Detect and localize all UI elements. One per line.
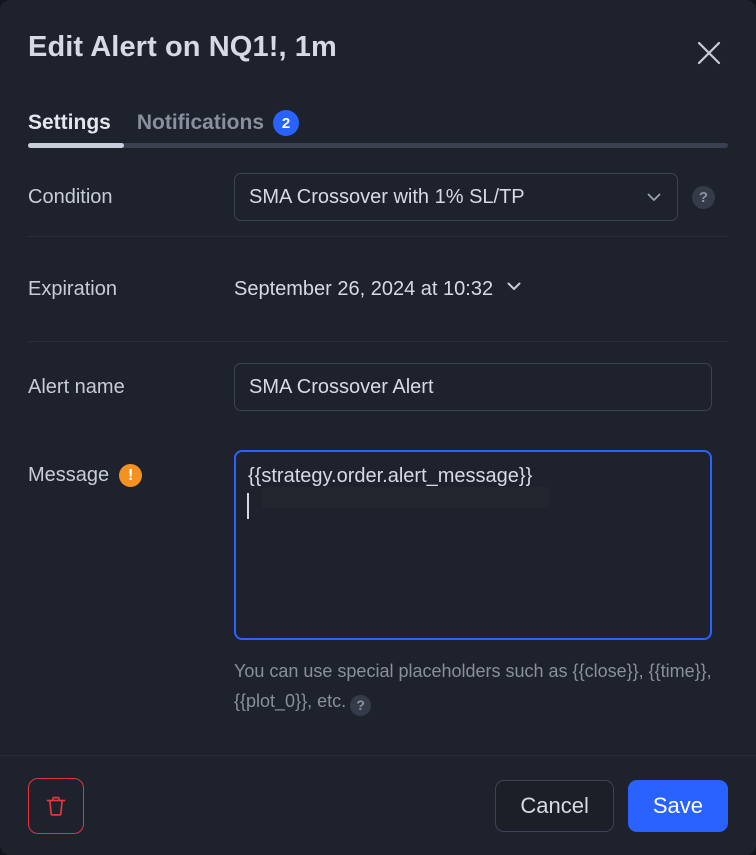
condition-label: Condition — [28, 185, 113, 208]
close-icon — [697, 41, 721, 65]
message-row: Message ! {{strategy.order.alert_message… — [28, 432, 728, 716]
message-label-text: Message — [28, 464, 110, 486]
message-hint-text: You can use special placeholders such as… — [234, 661, 712, 711]
edit-alert-dialog: Edit Alert on NQ1!, 1m Settings Notifica… — [0, 0, 756, 855]
delete-alert-button[interactable] — [28, 777, 84, 834]
message-hint-help-icon[interactable]: ? — [350, 694, 372, 716]
alert-name-label: Alert name — [28, 375, 125, 398]
message-textarea[interactable]: {{strategy.order.alert_message}} — [234, 450, 712, 640]
tab-underline-track — [28, 143, 728, 148]
tab-notifications[interactable]: Notifications 2 — [136, 102, 300, 144]
save-button[interactable]: Save — [627, 779, 728, 832]
footer-actions: Cancel Save — [495, 779, 728, 832]
cancel-button[interactable]: Cancel — [495, 779, 614, 832]
expiration-value-button[interactable]: September 26, 2024 at 10:32 — [234, 277, 523, 301]
condition-select-value: SMA Crossover with 1% SL/TP — [249, 185, 525, 208]
dialog-body: Condition SMA Crossover with 1% SL/TP ? … — [0, 158, 756, 755]
condition-select[interactable]: SMA Crossover with 1% SL/TP — [234, 173, 678, 221]
alert-name-row: Alert name — [28, 342, 728, 432]
tab-notifications-label: Notifications — [136, 111, 265, 134]
tab-active-indicator — [28, 143, 124, 148]
dialog-title: Edit Alert on NQ1!, 1m — [28, 31, 337, 64]
warning-icon: ! — [119, 464, 143, 487]
close-button[interactable] — [686, 30, 732, 76]
condition-row: Condition SMA Crossover with 1% SL/TP ? — [28, 158, 728, 236]
tab-notifications-badge: 2 — [273, 110, 300, 136]
message-hint: You can use special placeholders such as… — [234, 656, 712, 716]
chevron-down-icon — [505, 277, 523, 301]
dialog-footer: Cancel Save — [0, 755, 756, 855]
chevron-down-icon — [645, 188, 663, 206]
message-textarea-wrap: {{strategy.order.alert_message}} — [234, 450, 712, 640]
expiration-value: September 26, 2024 at 10:32 — [234, 277, 494, 300]
tab-settings[interactable]: Settings — [28, 102, 111, 144]
condition-help-icon[interactable]: ? — [692, 185, 715, 209]
message-label: Message ! — [28, 450, 234, 487]
expiration-label: Expiration — [28, 277, 117, 300]
tab-bar: Settings Notifications 2 — [0, 96, 756, 158]
tab-settings-label: Settings — [28, 111, 111, 134]
alert-name-input[interactable] — [234, 363, 712, 411]
text-caret — [247, 493, 249, 519]
dialog-header: Edit Alert on NQ1!, 1m — [0, 0, 756, 96]
trash-icon — [46, 796, 66, 816]
expiration-row: Expiration September 26, 2024 at 10:32 — [28, 237, 728, 341]
